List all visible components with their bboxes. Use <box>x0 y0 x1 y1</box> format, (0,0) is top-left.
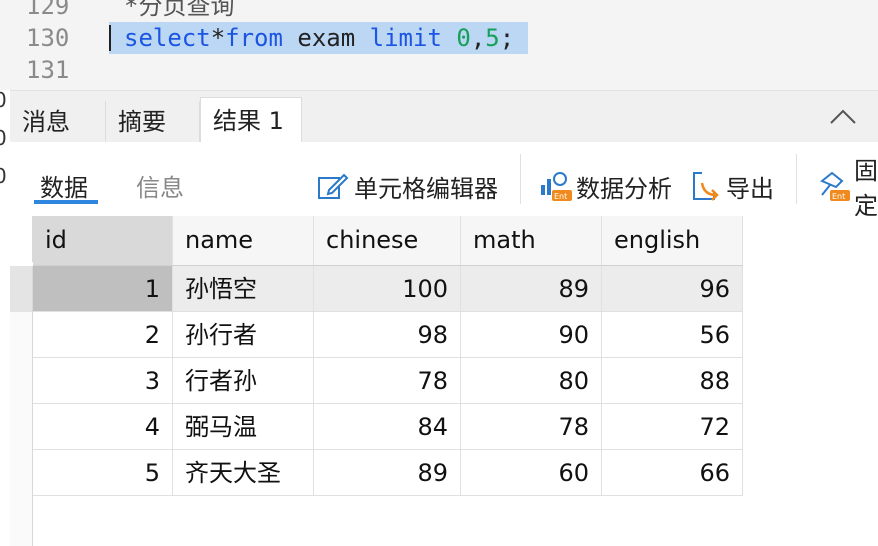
table-cell[interactable]: 96 <box>602 266 743 312</box>
table-cell[interactable]: 3 <box>33 358 173 404</box>
row-marker-empty <box>10 496 33 546</box>
table-cell[interactable]: 78 <box>314 358 461 404</box>
line-number: 131 <box>26 56 70 84</box>
code-token: 0 <box>456 24 471 52</box>
table-row[interactable]: 1 孙悟空 100 89 96 <box>10 266 743 312</box>
editor-line-selected: 130 select*from exam limit 0,5; <box>0 22 878 54</box>
editor-line: 129 *分页查询 <box>0 0 878 22</box>
tab-label: 消息 <box>22 108 70 136</box>
code-token: * <box>210 24 226 52</box>
row-marker[interactable] <box>10 404 33 450</box>
export-label: 导出 <box>726 174 774 203</box>
row-marker[interactable] <box>10 266 33 312</box>
code-token: ; <box>499 24 515 52</box>
pencil-edit-icon <box>316 169 350 203</box>
table-cell[interactable]: 98 <box>314 312 461 358</box>
result-tab-bar: 消息 摘要 结果 1 <box>10 90 878 143</box>
column-header-math[interactable]: math <box>461 216 602 266</box>
table-cell[interactable]: 90 <box>461 312 602 358</box>
active-tab-indicator <box>34 200 98 204</box>
table-cell[interactable]: 弼马温 <box>173 404 314 450</box>
table-cell[interactable]: 78 <box>461 404 602 450</box>
table-cell[interactable]: 80 <box>461 358 602 404</box>
column-header-name[interactable]: name <box>173 216 314 266</box>
table-row[interactable]: 5 齐天大圣 89 60 66 <box>10 450 743 496</box>
code-token: 5 <box>485 24 500 52</box>
table-cell[interactable]: 84 <box>314 404 461 450</box>
line-number: 130 <box>26 24 70 52</box>
pin-button[interactable]: Ent 固定 <box>816 157 878 220</box>
chevron-up-icon[interactable] <box>830 109 856 133</box>
export-icon <box>688 169 722 203</box>
header-row: id name chinese math english <box>10 216 743 266</box>
column-header-id[interactable]: id <box>33 216 173 266</box>
cell-editor-label: 单元格编辑器 <box>354 174 498 203</box>
tab-label: 摘要 <box>118 108 166 136</box>
code-text: select*from exam limit 0,5; <box>124 22 514 54</box>
row-marker[interactable] <box>10 358 33 404</box>
column-header-chinese[interactable]: chinese <box>314 216 461 266</box>
tab-result-1[interactable]: 结果 1 <box>200 97 302 143</box>
table-cell[interactable]: 89 <box>314 450 461 496</box>
table-cell[interactable]: 5 <box>33 450 173 496</box>
text-caret <box>109 25 111 51</box>
edge-digit: 0 <box>0 164 7 188</box>
code-token: exam <box>282 24 370 52</box>
pin-label: 固定 <box>854 157 878 220</box>
row-marker[interactable] <box>10 312 33 358</box>
table-cell[interactable]: 2 <box>33 312 173 358</box>
table-cell[interactable]: 60 <box>461 450 602 496</box>
tab-label: 结果 1 <box>213 107 284 135</box>
sql-editor[interactable]: 129 *分页查询 130 select*from exam limit 0,5… <box>0 0 878 90</box>
table-cell[interactable]: 孙行者 <box>173 312 314 358</box>
cell-editor-button[interactable]: 单元格编辑器 <box>316 168 498 204</box>
result-toolbar: 数据 信息 单元格编辑器 Ent 数据分析 导出 Ent 固定 <box>10 142 878 220</box>
row-marker <box>10 216 33 262</box>
subtab-data[interactable]: 数据 <box>40 168 88 203</box>
tab-messages[interactable]: 消息 <box>10 101 106 143</box>
pin-icon: Ent <box>816 169 850 203</box>
table-cell[interactable]: 88 <box>602 358 743 404</box>
svg-text:Ent: Ent <box>554 192 567 201</box>
table-cell[interactable]: 齐天大圣 <box>173 450 314 496</box>
code-token: limit <box>369 24 442 52</box>
code-token: select <box>124 24 211 52</box>
data-analysis-button[interactable]: Ent 数据分析 <box>538 168 672 204</box>
table-cell[interactable]: 89 <box>461 266 602 312</box>
edge-digit: 0 <box>0 88 7 112</box>
line-number: 129 <box>26 0 70 20</box>
code-text: *分页查询 <box>124 0 235 20</box>
table-cell[interactable]: 4 <box>33 404 173 450</box>
toolbar-divider <box>520 154 521 204</box>
table-cell[interactable]: 66 <box>602 450 743 496</box>
tab-summary[interactable]: 摘要 <box>106 101 200 143</box>
svg-text:Ent: Ent <box>832 192 845 201</box>
chart-analysis-icon: Ent <box>538 169 572 203</box>
table-cell[interactable]: 孙悟空 <box>173 266 314 312</box>
table-row[interactable]: 2 孙行者 98 90 56 <box>10 312 743 358</box>
edge-digit: 0 <box>0 126 7 150</box>
table-row[interactable]: 4 弼马温 84 78 72 <box>10 404 743 450</box>
export-button[interactable]: 导出 <box>688 168 774 204</box>
subtab-info[interactable]: 信息 <box>136 168 184 203</box>
editor-line: 131 <box>0 54 878 86</box>
row-marker[interactable] <box>10 450 33 496</box>
table-cell[interactable]: 100 <box>314 266 461 312</box>
code-token: , <box>470 24 486 52</box>
toolbar-divider <box>796 154 797 204</box>
table-cell[interactable]: 1 <box>33 266 173 312</box>
result-grid[interactable]: id name chinese math english 1 孙悟空 100 8… <box>10 216 878 546</box>
table-cell[interactable]: 72 <box>602 404 743 450</box>
code-token: from <box>225 24 283 52</box>
table-cell[interactable]: 行者孙 <box>173 358 314 404</box>
table-row[interactable]: 3 行者孙 78 80 88 <box>10 358 743 404</box>
column-header-english[interactable]: english <box>602 216 743 266</box>
data-analysis-label: 数据分析 <box>576 174 672 203</box>
table-cell[interactable]: 56 <box>602 312 743 358</box>
